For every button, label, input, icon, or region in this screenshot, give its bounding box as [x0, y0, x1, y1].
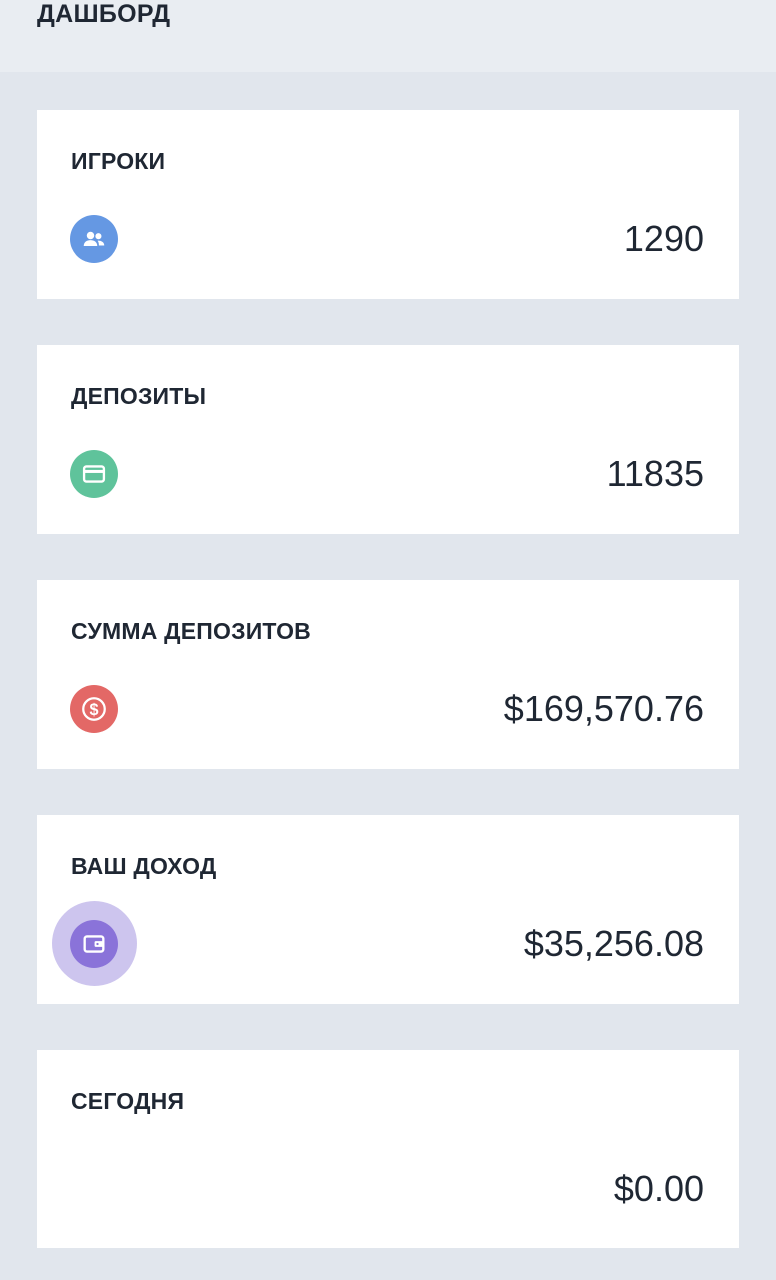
- page-title: ДАШБОРД: [37, 0, 171, 28]
- today-value: $0.00: [613, 1168, 704, 1209]
- income-label: ВАШ ДОХОД: [71, 853, 217, 879]
- players-value: 1290: [623, 218, 704, 259]
- players-label: ИГРОКИ: [71, 148, 166, 174]
- deposits-card[interactable]: ДЕПОЗИТЫ 11835: [37, 345, 739, 534]
- svg-text:$: $: [89, 701, 98, 719]
- income-value: $35,256.08: [523, 923, 704, 964]
- players-card[interactable]: ИГРОКИ 1290: [37, 110, 739, 299]
- deposits-label: ДЕПОЗИТЫ: [71, 383, 207, 409]
- credit-card-icon: [70, 450, 118, 498]
- header-bar: ДАШБОРД: [0, 0, 776, 72]
- deposit-sum-card[interactable]: СУММА ДЕПОЗИТОВ $ $169,570.76: [37, 580, 739, 769]
- income-card[interactable]: ВАШ ДОХОД $35,256.08: [37, 815, 739, 1004]
- deposit-sum-value: $169,570.76: [503, 688, 704, 729]
- wallet-icon: [70, 920, 118, 968]
- today-label: СЕГОДНЯ: [71, 1088, 185, 1114]
- deposit-sum-label: СУММА ДЕПОЗИТОВ: [71, 618, 311, 644]
- today-card[interactable]: СЕГОДНЯ $0.00: [37, 1050, 739, 1248]
- dollar-icon: $: [70, 685, 118, 733]
- users-icon: [70, 215, 118, 263]
- deposits-value: 11835: [606, 453, 704, 494]
